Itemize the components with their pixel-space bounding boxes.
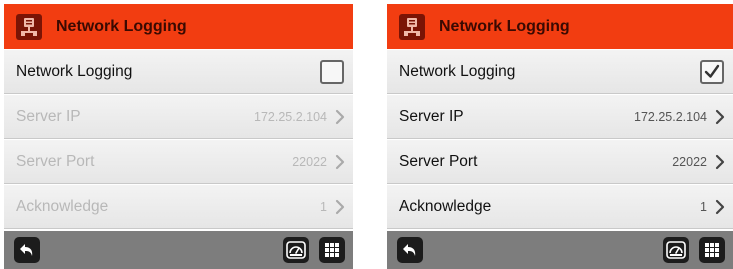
header: Network Logging: [387, 4, 733, 49]
back-button[interactable]: [14, 237, 40, 263]
grid-menu-icon: [705, 243, 719, 257]
row-label: Network Logging: [16, 62, 133, 80]
back-icon: [20, 244, 33, 256]
row-value: 22022: [292, 154, 327, 169]
row-value: 22022: [672, 154, 707, 169]
acknowledge-row[interactable]: Acknowledge 1: [4, 185, 353, 229]
checkmark-icon: [704, 64, 720, 78]
menu-button[interactable]: [699, 237, 725, 263]
network-logging-checkbox[interactable]: [700, 59, 724, 84]
server-port-row[interactable]: Server Port 22022: [4, 140, 353, 184]
row-value: 172.25.2.104: [254, 109, 327, 124]
chevron-right-icon: [715, 199, 725, 214]
row-label: Acknowledge: [16, 197, 109, 215]
footer-bar: [387, 231, 733, 269]
network-app-icon: [16, 13, 42, 40]
row-value: 1: [320, 199, 327, 214]
footer-bar: [4, 231, 353, 269]
row-value: 172.25.2.104: [634, 109, 707, 124]
acknowledge-row[interactable]: Acknowledge 1: [387, 185, 733, 229]
gauge-icon: [286, 241, 306, 259]
chevron-right-icon: [715, 109, 725, 124]
chevron-right-icon: [715, 154, 725, 169]
settings-list: Network Logging Server IP 172.25.2.104 S…: [387, 50, 733, 230]
row-label: Server Port: [16, 152, 95, 170]
page-title: Network Logging: [56, 17, 187, 35]
row-label: Server Port: [399, 152, 478, 170]
server-ip-row[interactable]: Server IP 172.25.2.104: [387, 95, 733, 139]
back-button[interactable]: [397, 237, 423, 263]
screen-enabled: Network Logging Network Logging Server I…: [383, 0, 733, 269]
header: Network Logging: [4, 4, 353, 49]
page-title: Network Logging: [439, 17, 570, 35]
gauge-icon: [666, 241, 686, 259]
dashboard-button[interactable]: [663, 237, 689, 263]
network-logging-checkbox[interactable]: [320, 59, 344, 84]
server-port-row[interactable]: Server Port 22022: [387, 140, 733, 184]
row-value: 1: [700, 199, 707, 214]
grid-menu-icon: [325, 243, 339, 257]
network-app-icon: [399, 13, 425, 40]
network-logging-row[interactable]: Network Logging: [387, 50, 733, 94]
dashboard-button[interactable]: [283, 237, 309, 263]
chevron-right-icon: [335, 199, 345, 214]
server-ip-row[interactable]: Server IP 172.25.2.104: [4, 95, 353, 139]
settings-list: Network Logging Server IP 172.25.2.104 S…: [4, 50, 353, 230]
chevron-right-icon: [335, 154, 345, 169]
network-logging-row[interactable]: Network Logging: [4, 50, 353, 94]
row-label: Acknowledge: [399, 197, 492, 215]
row-label: Network Logging: [399, 62, 516, 80]
back-icon: [403, 244, 416, 256]
row-label: Server IP: [16, 107, 81, 125]
row-label: Server IP: [399, 107, 464, 125]
chevron-right-icon: [335, 109, 345, 124]
menu-button[interactable]: [319, 237, 345, 263]
screen-disabled: Network Logging Network Logging Server I…: [0, 0, 357, 269]
